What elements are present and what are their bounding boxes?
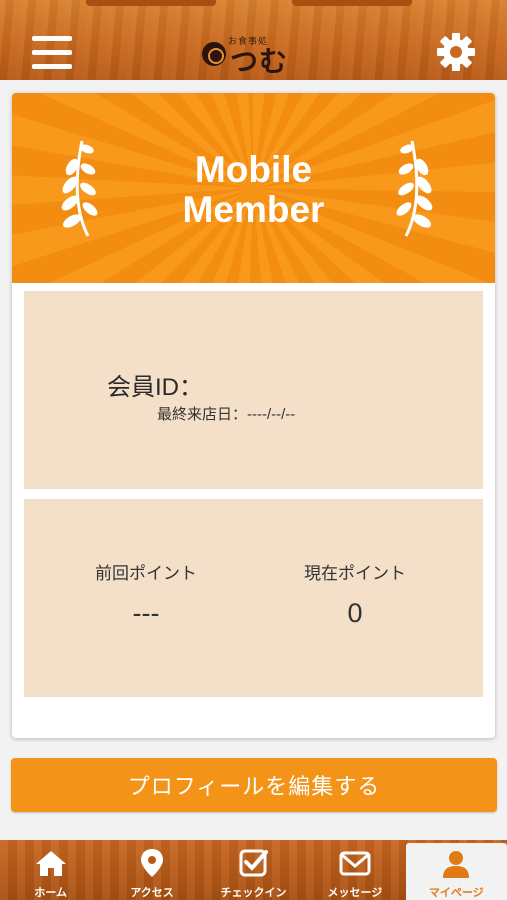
logo-title: つむぎ bbox=[230, 45, 289, 78]
member-card: Mobile Member 会員ID： 最終来店日：----/--/-- 前回ポ… bbox=[12, 93, 495, 738]
current-points-value: 0 bbox=[347, 598, 363, 628]
points-panel: 前回ポイント --- 現在ポイント 0 bbox=[24, 499, 483, 697]
checkbox-icon bbox=[239, 849, 269, 877]
tab-home-label: ホーム bbox=[34, 887, 68, 899]
tab-mypage[interactable]: マイページ bbox=[405, 843, 507, 900]
logo-emblem-icon bbox=[202, 42, 226, 66]
gear-icon[interactable] bbox=[436, 32, 476, 72]
previous-points-value: --- bbox=[132, 598, 160, 628]
bottom-tab-bar: ホーム アクセス チェックイン メッセージ マイページ bbox=[0, 840, 507, 900]
app-header: お食事処 つむぎ bbox=[0, 0, 507, 80]
member-id-label: 会員ID： bbox=[107, 374, 203, 401]
tab-access-label: アクセス bbox=[130, 887, 174, 899]
previous-points-label: 前回ポイント bbox=[95, 564, 197, 583]
hamburger-icon[interactable] bbox=[32, 36, 72, 70]
tab-home[interactable]: ホーム bbox=[0, 840, 101, 900]
person-icon bbox=[443, 851, 470, 878]
last-visit-date: 最終来店日：----/--/-- bbox=[157, 406, 296, 423]
right-laurel-icon bbox=[396, 140, 433, 237]
tab-access[interactable]: アクセス bbox=[101, 840, 202, 900]
envelope-icon bbox=[339, 851, 371, 876]
member-banner: Mobile Member bbox=[12, 93, 495, 283]
edit-profile-button[interactable]: プロフィールを編集する bbox=[11, 758, 497, 812]
tab-message-label: メッセージ bbox=[327, 887, 383, 899]
tab-checkin[interactable]: チェックイン bbox=[203, 840, 304, 900]
tab-checkin-label: チェックイン bbox=[220, 887, 287, 899]
member-id-panel: 会員ID： 最終来店日：----/--/-- bbox=[24, 291, 483, 489]
tab-message[interactable]: メッセージ bbox=[304, 840, 405, 900]
current-points-label: 現在ポイント bbox=[304, 564, 406, 583]
map-pin-icon bbox=[141, 849, 164, 877]
tab-mypage-label: マイページ bbox=[428, 887, 484, 899]
home-icon bbox=[35, 851, 66, 876]
current-points: 現在ポイント 0 bbox=[255, 559, 455, 629]
app-logo: お食事処 つむぎ bbox=[200, 34, 310, 78]
previous-points: 前回ポイント --- bbox=[46, 559, 246, 629]
